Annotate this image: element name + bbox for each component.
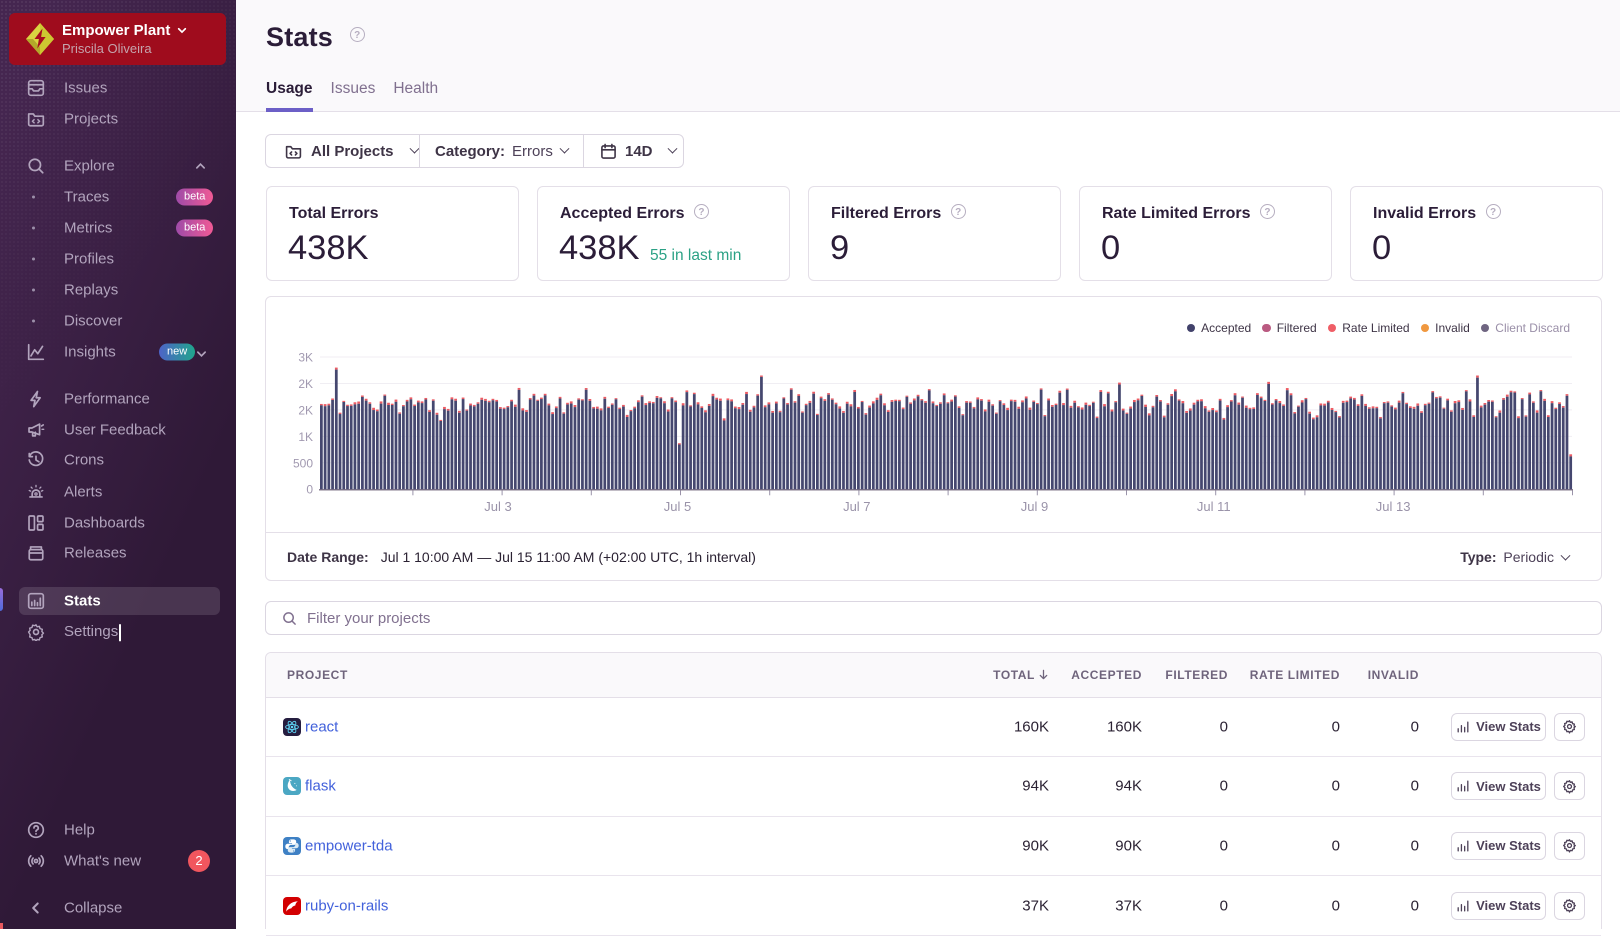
svg-text:Jul 13: Jul 13 bbox=[1376, 499, 1411, 514]
svg-text:Jul 3: Jul 3 bbox=[484, 499, 511, 514]
svg-text:500: 500 bbox=[293, 456, 313, 470]
svg-text:Jul 5: Jul 5 bbox=[664, 499, 691, 514]
svg-text:2K: 2K bbox=[298, 377, 313, 391]
svg-text:Jul 9: Jul 9 bbox=[1021, 499, 1048, 514]
svg-text:2K: 2K bbox=[298, 403, 313, 417]
svg-text:1K: 1K bbox=[298, 430, 313, 444]
svg-text:Jul 11: Jul 11 bbox=[1197, 499, 1231, 514]
svg-text:0: 0 bbox=[306, 483, 313, 497]
svg-text:Jul 7: Jul 7 bbox=[843, 499, 870, 514]
svg-text:3K: 3K bbox=[298, 351, 313, 365]
